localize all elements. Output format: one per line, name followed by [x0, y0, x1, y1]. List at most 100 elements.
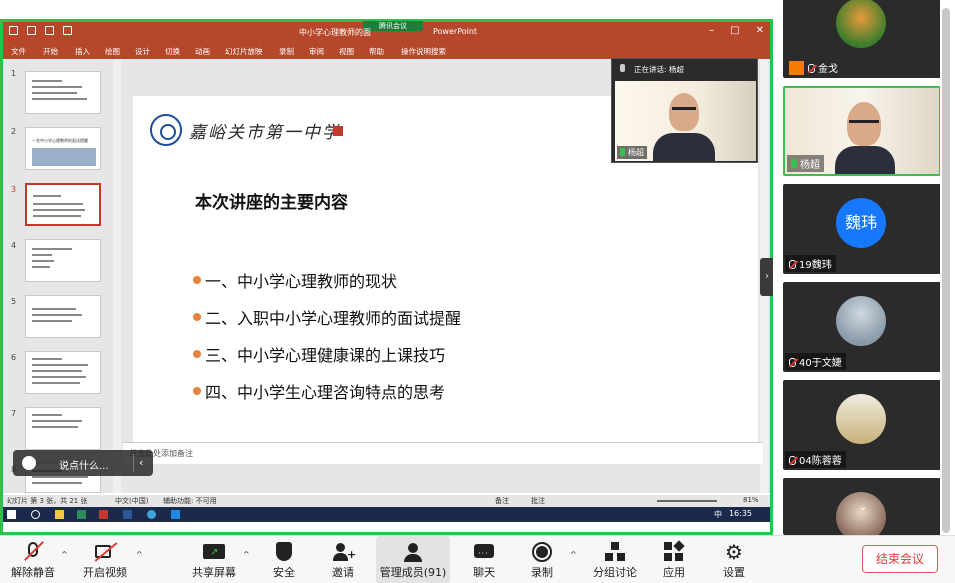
breakout-rooms-icon	[604, 542, 626, 562]
tab-design[interactable]: 设计	[135, 46, 150, 57]
slide-thumbnail-3[interactable]	[25, 183, 101, 226]
powerpoint-statusbar: 幻灯片 第 3 张，共 21 张 中文(中国) 辅助功能: 不可用 备注 批注 …	[3, 495, 770, 507]
thumb-number: 7	[11, 409, 17, 418]
language-status: 中文(中国)	[115, 497, 149, 505]
app-icon[interactable]	[147, 510, 156, 519]
tab-review[interactable]: 审阅	[309, 46, 324, 57]
collapse-chevron-icon[interactable]: ‹	[139, 456, 143, 469]
red-seal-icon	[333, 126, 343, 136]
chat-button[interactable]: ··· 聊天	[462, 536, 506, 583]
audio-options-chevron-icon[interactable]: ^	[61, 550, 68, 559]
mic-muted-icon	[789, 456, 796, 465]
participant-tile[interactable]: 04陈蓉蓉	[783, 380, 941, 470]
scroll-down-chevron-icon[interactable]: ⌄	[848, 500, 878, 518]
maximize-icon[interactable]: □	[730, 25, 739, 36]
tab-animations[interactable]: 动画	[195, 46, 210, 57]
breakout-rooms-button[interactable]: 分组讨论	[586, 536, 644, 583]
app-name: PowerPoint	[433, 27, 478, 36]
thumb-number: 5	[11, 297, 17, 306]
bullet-dot-icon	[193, 350, 201, 358]
chat-quick-input[interactable]: 说点什么... ‹	[13, 450, 153, 476]
participant-tile[interactable]: 杨超	[783, 86, 941, 176]
save-icon[interactable]	[9, 26, 18, 35]
settings-button[interactable]: ⚙ 设置	[712, 536, 756, 583]
word-icon[interactable]	[123, 510, 132, 519]
avatar	[836, 0, 886, 48]
search-icon[interactable]	[31, 510, 40, 519]
thumb-number: 4	[11, 241, 17, 250]
end-meeting-button[interactable]: 结束会议	[862, 545, 938, 573]
bullet-text: 四、中小学生心理咨询特点的思考	[205, 383, 446, 402]
shield-icon	[273, 542, 295, 562]
windows-start-icon[interactable]	[7, 510, 16, 519]
slide-thumbnail-2[interactable]: 一名中小学心理教师的面试提醒	[25, 127, 101, 170]
slide-bullet: 一、中小学心理教师的现状	[193, 268, 397, 292]
bullet-dot-icon	[193, 276, 201, 284]
security-button[interactable]: 安全	[262, 536, 306, 583]
thumbnail-scrollbar[interactable]	[113, 59, 121, 493]
notes-pane[interactable]: 单击此处添加备注	[123, 442, 763, 464]
expand-panel-chevron-icon[interactable]: ›	[760, 258, 774, 296]
active-speaker-video[interactable]: 正在讲话: 杨超 杨超	[611, 58, 758, 163]
slide-thumbnail-6[interactable]	[25, 351, 101, 394]
notes-toggle-button[interactable]: 备注	[495, 496, 509, 506]
tab-transitions[interactable]: 切换	[165, 46, 180, 57]
tab-draw[interactable]: 绘图	[105, 46, 120, 57]
slide-bullet: 四、中小学生心理咨询特点的思考	[193, 379, 445, 403]
ime-indicator[interactable]: 中	[714, 509, 722, 520]
slide-thumbnail-5[interactable]	[25, 295, 101, 338]
redo-icon[interactable]	[45, 26, 54, 35]
share-screen-button[interactable]: ↗ 共享屏幕	[188, 536, 240, 583]
meeting-app-icon[interactable]	[171, 510, 180, 519]
undo-icon[interactable]	[27, 26, 36, 35]
tab-record[interactable]: 录制	[279, 46, 294, 57]
present-icon[interactable]	[63, 26, 72, 35]
participant-tile[interactable]: 魏玮 19魏玮	[783, 184, 941, 274]
document-title: 中小学心理教师的面	[299, 28, 371, 37]
apps-grid-icon	[663, 540, 685, 562]
app-icon[interactable]	[77, 510, 86, 519]
accessibility-status: 辅助功能: 不可用	[163, 497, 217, 505]
apps-button[interactable]: 应用	[652, 536, 696, 583]
participant-name: 19魏玮	[785, 255, 836, 272]
tab-help[interactable]: 帮助	[369, 46, 384, 57]
panel-scrollbar[interactable]	[940, 0, 952, 535]
avatar: 魏玮	[836, 198, 886, 248]
zoom-level: 81%	[743, 496, 759, 504]
participant-name: 40于文婕	[785, 353, 846, 370]
invite-button[interactable]: + 邀请	[320, 536, 366, 583]
participant-tile[interactable]: 40于文婕	[783, 282, 941, 372]
school-logo-icon	[150, 114, 182, 146]
quick-access-toolbar	[9, 26, 72, 35]
record-button[interactable]: 录制	[520, 536, 564, 583]
video-options-chevron-icon[interactable]: ^	[136, 550, 143, 559]
manage-members-button[interactable]: 管理成员(91)	[376, 536, 450, 583]
share-options-chevron-icon[interactable]: ^	[243, 550, 250, 559]
tab-insert[interactable]: 插入	[75, 46, 90, 57]
minimize-icon[interactable]: –	[709, 25, 714, 36]
emoji-face-icon[interactable]	[22, 456, 36, 470]
mic-on-icon	[791, 159, 797, 168]
record-options-chevron-icon[interactable]: ^	[570, 550, 577, 559]
slide-thumbnail-7[interactable]	[25, 407, 101, 450]
tell-me-search[interactable]: 操作说明搜索	[401, 46, 446, 57]
start-video-button[interactable]: 开启视频	[76, 536, 134, 583]
slide-thumbnail-1[interactable]	[25, 71, 101, 114]
tab-view[interactable]: 视图	[339, 46, 354, 57]
slide-thumbnail-4[interactable]	[25, 239, 101, 282]
bullet-dot-icon	[193, 387, 201, 395]
tab-home[interactable]: 开始	[43, 46, 58, 57]
record-icon	[531, 542, 553, 562]
file-explorer-icon[interactable]	[55, 510, 64, 519]
powerpoint-icon[interactable]	[99, 510, 108, 519]
close-icon[interactable]: ✕	[756, 25, 764, 36]
camera-off-icon	[94, 542, 118, 562]
bullet-text: 二、入职中小学心理教师的面试提醒	[205, 309, 462, 328]
participant-tile[interactable]: 金戈	[783, 0, 941, 78]
tab-slideshow[interactable]: 幻灯片放映	[225, 46, 263, 57]
zoom-slider[interactable]	[657, 500, 717, 502]
bullet-dot-icon	[193, 313, 201, 321]
tab-file[interactable]: 文件	[11, 46, 26, 57]
comments-toggle-button[interactable]: 批注	[531, 496, 545, 506]
unmute-button[interactable]: 解除静音	[6, 536, 60, 583]
